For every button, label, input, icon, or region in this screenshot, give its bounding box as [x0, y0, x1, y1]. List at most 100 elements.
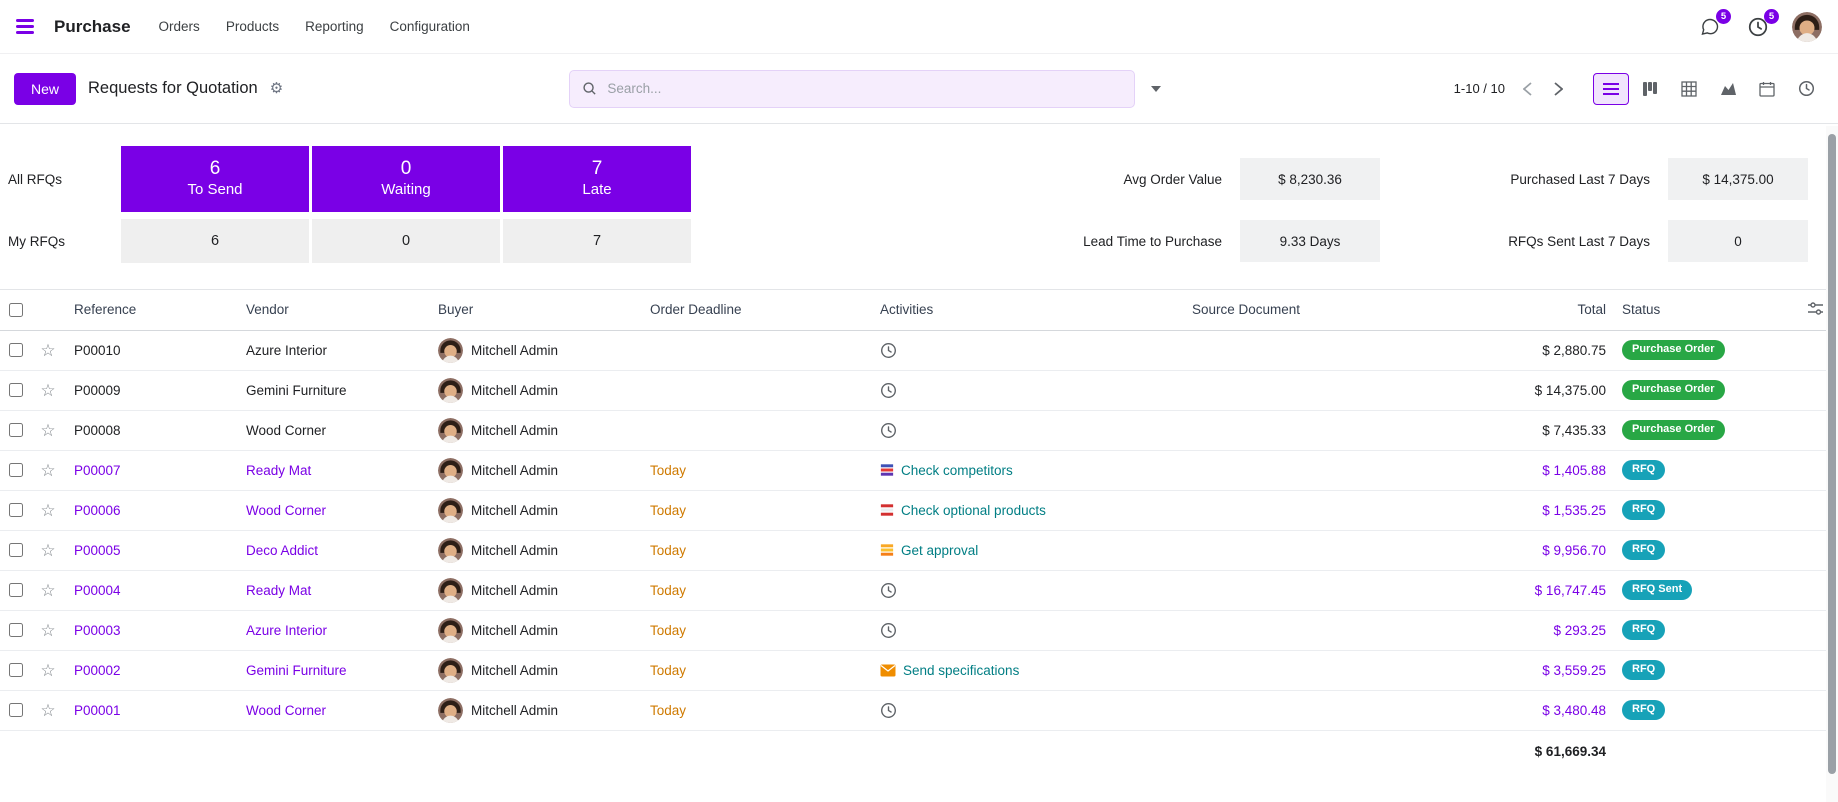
cell-buyer[interactable]: Mitchell Admin — [430, 490, 642, 530]
activity-view-button[interactable] — [1788, 73, 1824, 105]
stat-value-avg-order-value[interactable]: $ 8,230.36 — [1240, 158, 1380, 200]
cell-vendor[interactable]: Deco Addict — [238, 530, 430, 570]
cell-vendor[interactable]: Azure Interior — [238, 330, 430, 370]
row-checkbox[interactable] — [9, 583, 23, 597]
activity-clock-icon[interactable] — [880, 702, 897, 719]
cell-reference[interactable]: P00008 — [66, 410, 238, 450]
select-all-checkbox[interactable] — [9, 303, 23, 317]
cell-reference[interactable]: P00010 — [66, 330, 238, 370]
messages-button[interactable]: 5 — [1696, 13, 1724, 41]
activities-button[interactable]: 5 — [1744, 13, 1772, 41]
cell-buyer[interactable]: Mitchell Admin — [430, 530, 642, 570]
app-name[interactable]: Purchase — [54, 17, 131, 37]
cell-order-deadline[interactable]: Today — [642, 690, 872, 730]
activity-flag-red-icon[interactable] — [880, 503, 894, 517]
cell-vendor[interactable]: Wood Corner — [238, 410, 430, 450]
pager-next-button[interactable] — [1548, 78, 1569, 100]
search-dropdown-toggle[interactable] — [1145, 80, 1167, 98]
activity-link[interactable]: Check competitors — [901, 463, 1013, 478]
cell-reference[interactable]: P00001 — [66, 690, 238, 730]
cell-order-deadline[interactable] — [642, 330, 872, 370]
header-activities[interactable]: Activities — [872, 290, 1184, 330]
cell-order-deadline[interactable]: Today — [642, 530, 872, 570]
favorite-star-icon[interactable]: ☆ — [40, 541, 55, 560]
activity-link[interactable]: Send specifications — [903, 663, 1019, 678]
table-row[interactable]: ☆P00007Ready MatMitchell AdminTodayCheck… — [0, 450, 1838, 490]
calendar-view-button[interactable] — [1749, 73, 1785, 105]
tile-waiting[interactable]: 0Waiting — [312, 146, 500, 212]
favorite-star-icon[interactable]: ☆ — [40, 661, 55, 680]
scrollbar-thumb[interactable] — [1828, 134, 1836, 774]
table-row[interactable]: ☆P00006Wood CornerMitchell AdminTodayChe… — [0, 490, 1838, 530]
table-row[interactable]: ☆ P00005Deco AddictMitchell AdminToday Get… — [0, 530, 1838, 570]
tile-my-to-send[interactable]: 6 — [121, 219, 309, 263]
tile-my-waiting[interactable]: 0 — [312, 219, 500, 263]
tile-late[interactable]: 7Late — [503, 146, 691, 212]
stat-value-rfqs-sent-last-7-days[interactable]: 0 — [1668, 220, 1808, 262]
activity-clock-icon[interactable] — [880, 342, 897, 359]
nav-menu-configuration[interactable]: Configuration — [390, 19, 470, 34]
cell-vendor[interactable]: Ready Mat — [238, 570, 430, 610]
cell-order-deadline[interactable]: Today — [642, 610, 872, 650]
activity-link[interactable]: Get approval — [901, 543, 978, 558]
table-row[interactable]: ☆P00002Gemini FurnitureMitchell AdminTod… — [0, 650, 1838, 690]
search-input[interactable] — [605, 80, 1122, 97]
cell-reference[interactable]: P00006 — [66, 490, 238, 530]
cell-reference[interactable]: P00004 — [66, 570, 238, 610]
activity-list-yellow-icon[interactable] — [880, 543, 894, 557]
activity-clock-icon[interactable] — [880, 622, 897, 639]
cell-reference[interactable]: P00003 — [66, 610, 238, 650]
cell-buyer[interactable]: Mitchell Admin — [430, 570, 642, 610]
row-checkbox[interactable] — [9, 663, 23, 677]
vertical-scrollbar[interactable] — [1826, 126, 1838, 802]
header-source-document[interactable]: Source Document — [1184, 290, 1484, 330]
cell-order-deadline[interactable] — [642, 410, 872, 450]
row-checkbox[interactable] — [9, 343, 23, 357]
activity-clock-icon[interactable] — [880, 582, 897, 599]
row-checkbox[interactable] — [9, 383, 23, 397]
favorite-star-icon[interactable]: ☆ — [40, 381, 55, 400]
cell-buyer[interactable]: Mitchell Admin — [430, 330, 642, 370]
cell-buyer[interactable]: Mitchell Admin — [430, 610, 642, 650]
table-row[interactable]: ☆P00004Ready MatMitchell AdminToday$ 16,… — [0, 570, 1838, 610]
apps-menu-button[interactable] — [12, 13, 38, 40]
favorite-star-icon[interactable]: ☆ — [40, 581, 55, 600]
cell-vendor[interactable]: Wood Corner — [238, 690, 430, 730]
activity-clock-icon[interactable] — [880, 382, 897, 399]
stat-value-purchased-last-7-days[interactable]: $ 14,375.00 — [1668, 158, 1808, 200]
nav-menu-products[interactable]: Products — [226, 19, 279, 34]
cell-vendor[interactable]: Wood Corner — [238, 490, 430, 530]
search-bar[interactable] — [569, 70, 1135, 108]
cell-buyer[interactable]: Mitchell Admin — [430, 410, 642, 450]
cell-reference[interactable]: P00005 — [66, 530, 238, 570]
cell-order-deadline[interactable]: Today — [642, 570, 872, 610]
favorite-star-icon[interactable]: ☆ — [40, 501, 55, 520]
stat-value-lead-time-to-purchase[interactable]: 9.33 Days — [1240, 220, 1380, 262]
tile-my-late[interactable]: 7 — [503, 219, 691, 263]
cell-reference[interactable]: P00002 — [66, 650, 238, 690]
row-checkbox[interactable] — [9, 623, 23, 637]
favorite-star-icon[interactable]: ☆ — [40, 621, 55, 640]
cell-order-deadline[interactable] — [642, 370, 872, 410]
cell-buyer[interactable]: Mitchell Admin — [430, 690, 642, 730]
activity-link[interactable]: Check optional products — [901, 503, 1046, 518]
header-status[interactable]: Status — [1614, 290, 1774, 330]
favorite-star-icon[interactable]: ☆ — [40, 421, 55, 440]
graph-view-button[interactable] — [1710, 73, 1746, 105]
table-row[interactable]: ☆P00010Azure InteriorMitchell Admin$ 2,8… — [0, 330, 1838, 370]
cell-reference[interactable]: P00009 — [66, 370, 238, 410]
list-view-button[interactable] — [1593, 73, 1629, 105]
cell-buyer[interactable]: Mitchell Admin — [430, 450, 642, 490]
cell-order-deadline[interactable]: Today — [642, 650, 872, 690]
nav-menu-reporting[interactable]: Reporting — [305, 19, 364, 34]
row-checkbox[interactable] — [9, 503, 23, 517]
user-avatar[interactable] — [1792, 12, 1822, 42]
table-row[interactable]: ☆P00008Wood CornerMitchell Admin$ 7,435.… — [0, 410, 1838, 450]
pager-previous-button[interactable] — [1517, 78, 1538, 100]
favorite-star-icon[interactable]: ☆ — [40, 701, 55, 720]
header-order-deadline[interactable]: Order Deadline — [642, 290, 872, 330]
row-checkbox[interactable] — [9, 703, 23, 717]
cell-vendor[interactable]: Ready Mat — [238, 450, 430, 490]
favorite-star-icon[interactable]: ☆ — [40, 341, 55, 360]
table-row[interactable]: ☆P00003Azure InteriorMitchell AdminToday… — [0, 610, 1838, 650]
